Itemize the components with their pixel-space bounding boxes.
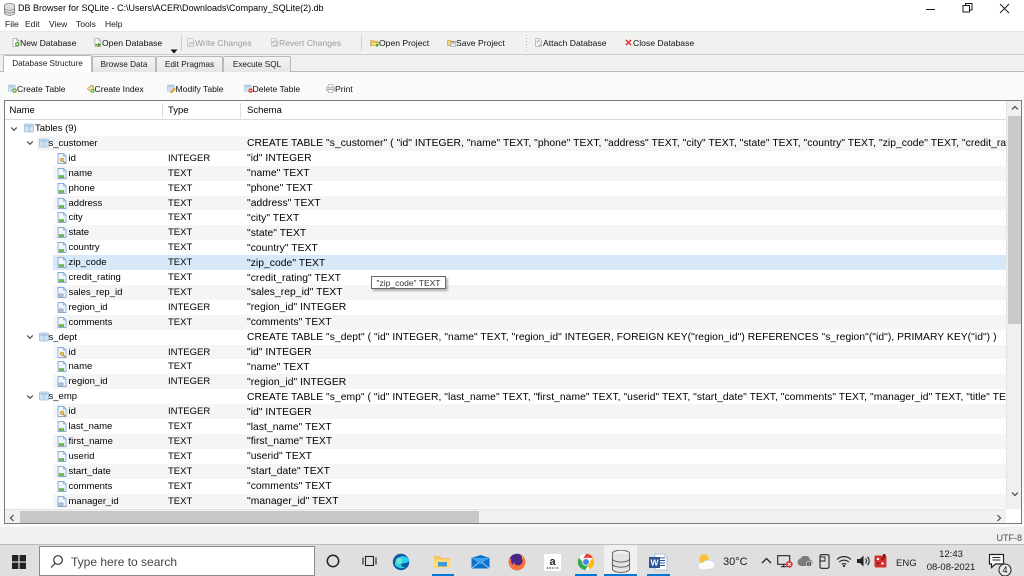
svg-text:W: W <box>650 558 659 568</box>
svg-text:a: a <box>549 556 556 568</box>
svg-text:4: 4 <box>1002 565 1007 575</box>
svg-text:i: i <box>808 562 809 567</box>
